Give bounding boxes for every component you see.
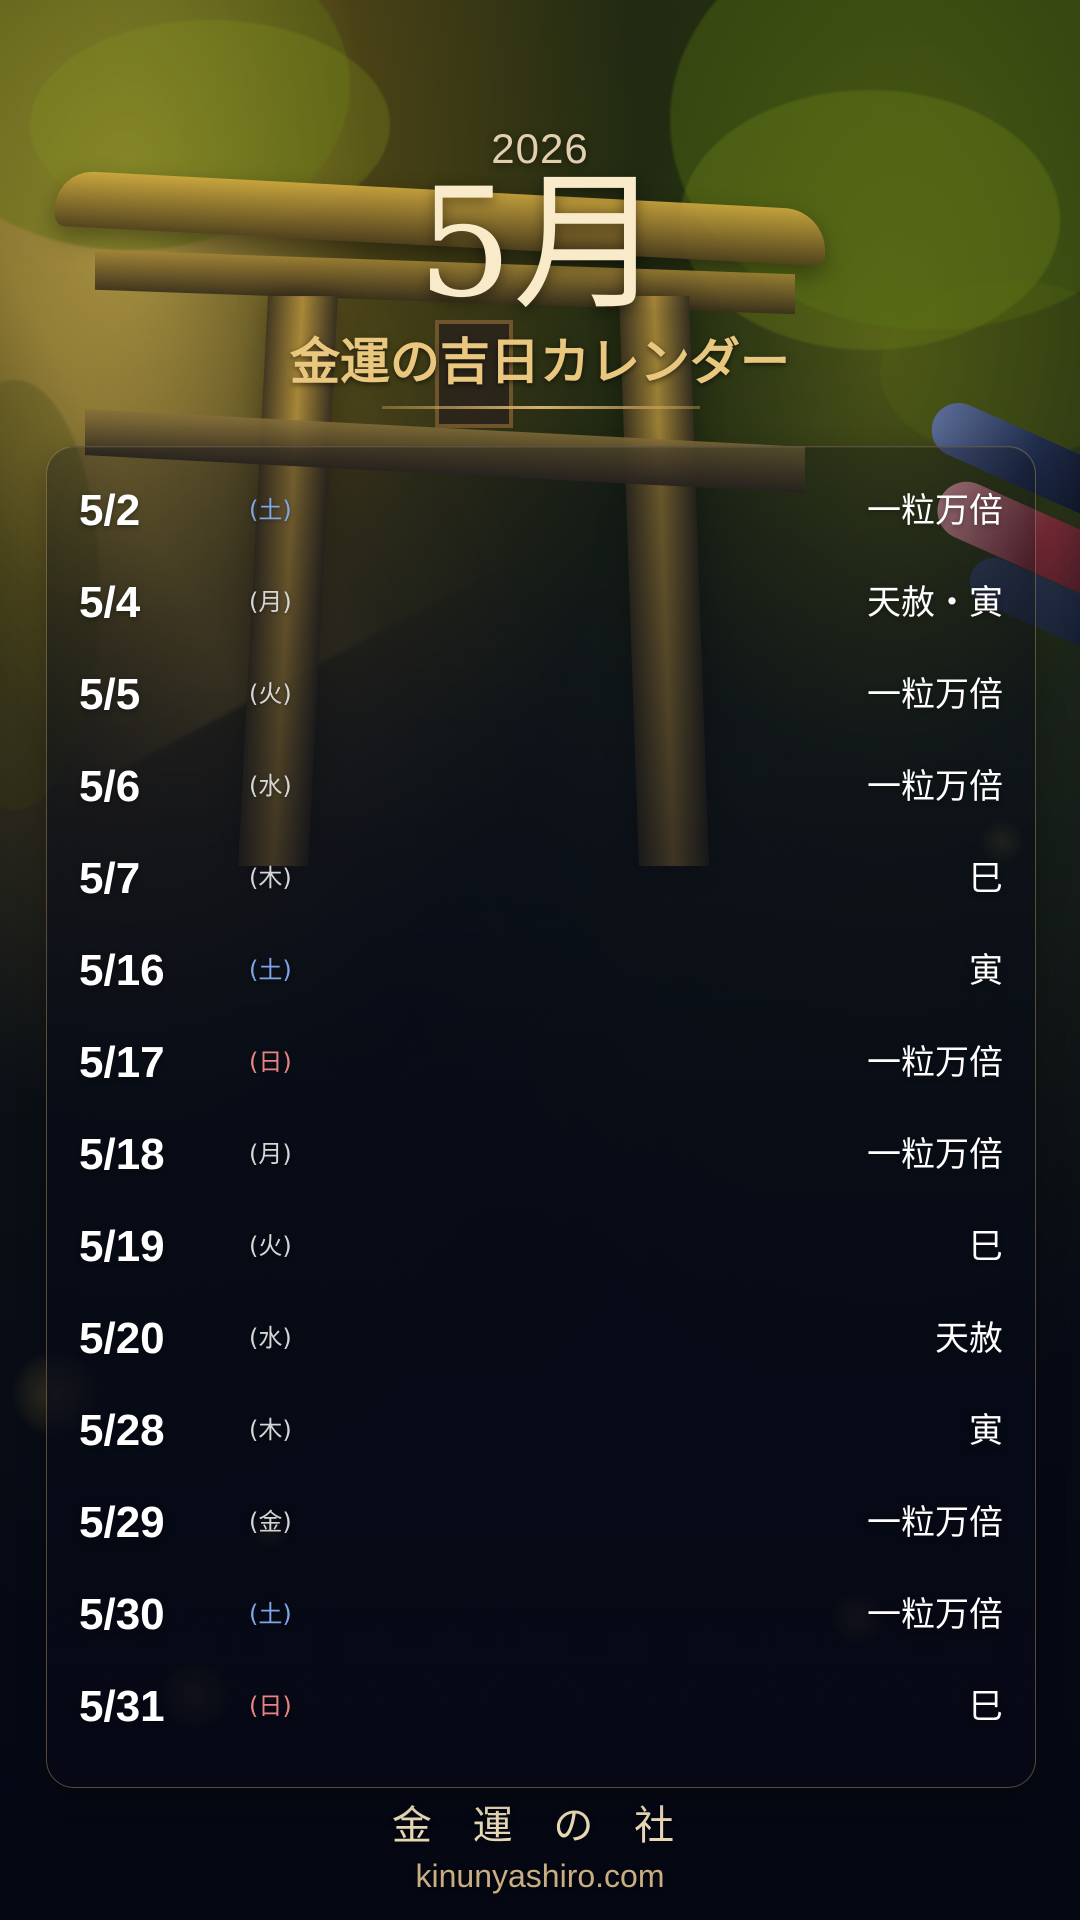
date-label: 5/30: [79, 1590, 165, 1639]
weekday-label: (月): [249, 1140, 292, 1168]
fortune-label: 寅: [969, 1411, 1003, 1451]
weekday-label: (火): [249, 1232, 292, 1260]
lucky-day-row: 5/31 (日) 巳: [47, 1662, 1035, 1754]
date-label: 5/20: [79, 1314, 165, 1363]
lucky-days-list: 5/2 (土) 一粒万倍 5/4 (月) 天赦・寅 5/5 (火) 一粒万倍 5…: [47, 447, 1035, 1787]
date-label: 5/29: [79, 1498, 165, 1547]
weekday-label: (土): [249, 956, 292, 984]
weekday-label: (水): [249, 772, 292, 800]
fortune-label: 一粒万倍: [867, 491, 1003, 531]
weekday-label: (日): [249, 1692, 292, 1720]
title-underline: [382, 406, 700, 409]
month-title: 5月: [417, 157, 663, 331]
lucky-day-row: 5/30 (土) 一粒万倍: [47, 1570, 1035, 1662]
fortune-label: 寅: [969, 951, 1003, 991]
weekday-label: (土): [249, 1600, 292, 1628]
weekday-label: (水): [249, 1324, 292, 1352]
calendar-header: 2026 5月 金運の吉日カレンダー: [0, 0, 1080, 430]
date-label: 5/2: [79, 486, 141, 535]
date-label: 5/17: [79, 1038, 165, 1087]
lucky-day-row: 5/2 (土) 一粒万倍: [47, 466, 1035, 558]
date-label: 5/31: [79, 1682, 165, 1731]
lucky-day-row: 5/18 (月) 一粒万倍: [47, 1110, 1035, 1202]
lucky-day-row: 5/5 (火) 一粒万倍: [47, 650, 1035, 742]
website-link[interactable]: kinunyashiro.com: [0, 1856, 1080, 1896]
date-label: 5/16: [79, 946, 165, 995]
date-label: 5/7: [79, 854, 141, 903]
lucky-day-row: 5/29 (金) 一粒万倍: [47, 1478, 1035, 1570]
date-label: 5/19: [79, 1222, 165, 1271]
lucky-day-row: 5/17 (日) 一粒万倍: [47, 1018, 1035, 1110]
lucky-day-row: 5/6 (水) 一粒万倍: [47, 742, 1035, 834]
shrine-name: 金 運 の 社: [391, 1803, 689, 1849]
fortune-label: 一粒万倍: [867, 767, 1003, 807]
weekday-label: (木): [249, 1416, 292, 1444]
fortune-label: 天赦: [935, 1319, 1003, 1359]
lucky-day-row: 5/19 (火) 巳: [47, 1202, 1035, 1294]
fortune-label: 巳: [969, 859, 1003, 899]
date-label: 5/4: [79, 578, 141, 627]
fortune-label: 巳: [969, 1687, 1003, 1727]
fortune-label: 天赦・寅: [867, 583, 1003, 623]
weekday-label: (金): [249, 1508, 292, 1536]
fortune-label: 一粒万倍: [867, 1135, 1003, 1175]
weekday-label: (土): [249, 496, 292, 524]
footer: 金 運 の 社 kinunyashiro.com: [0, 1802, 1080, 1896]
calendar-wallpaper: 2026 5月 金運の吉日カレンダー 5/2 (土) 一粒万倍 5/4 (月) …: [0, 0, 1080, 1920]
date-label: 5/28: [79, 1406, 165, 1455]
fortune-label: 一粒万倍: [867, 1595, 1003, 1635]
calendar-subtitle: 金運の吉日カレンダー: [290, 333, 790, 391]
date-label: 5/5: [79, 670, 141, 719]
lucky-day-row: 5/4 (月) 天赦・寅: [47, 558, 1035, 650]
fortune-label: 一粒万倍: [867, 1503, 1003, 1543]
weekday-label: (日): [249, 1048, 292, 1076]
weekday-label: (火): [249, 680, 292, 708]
fortune-label: 巳: [969, 1227, 1003, 1267]
lucky-days-panel: 5/2 (土) 一粒万倍 5/4 (月) 天赦・寅 5/5 (火) 一粒万倍 5…: [46, 446, 1036, 1788]
date-label: 5/18: [79, 1130, 165, 1179]
lucky-day-row: 5/28 (木) 寅: [47, 1386, 1035, 1478]
weekday-label: (木): [249, 864, 292, 892]
lucky-day-row: 5/20 (水) 天赦: [47, 1294, 1035, 1386]
date-label: 5/6: [79, 762, 141, 811]
weekday-label: (月): [249, 588, 292, 616]
lucky-day-row: 5/16 (土) 寅: [47, 926, 1035, 1018]
fortune-label: 一粒万倍: [867, 1043, 1003, 1083]
fortune-label: 一粒万倍: [867, 675, 1003, 715]
lucky-day-row: 5/7 (木) 巳: [47, 834, 1035, 926]
